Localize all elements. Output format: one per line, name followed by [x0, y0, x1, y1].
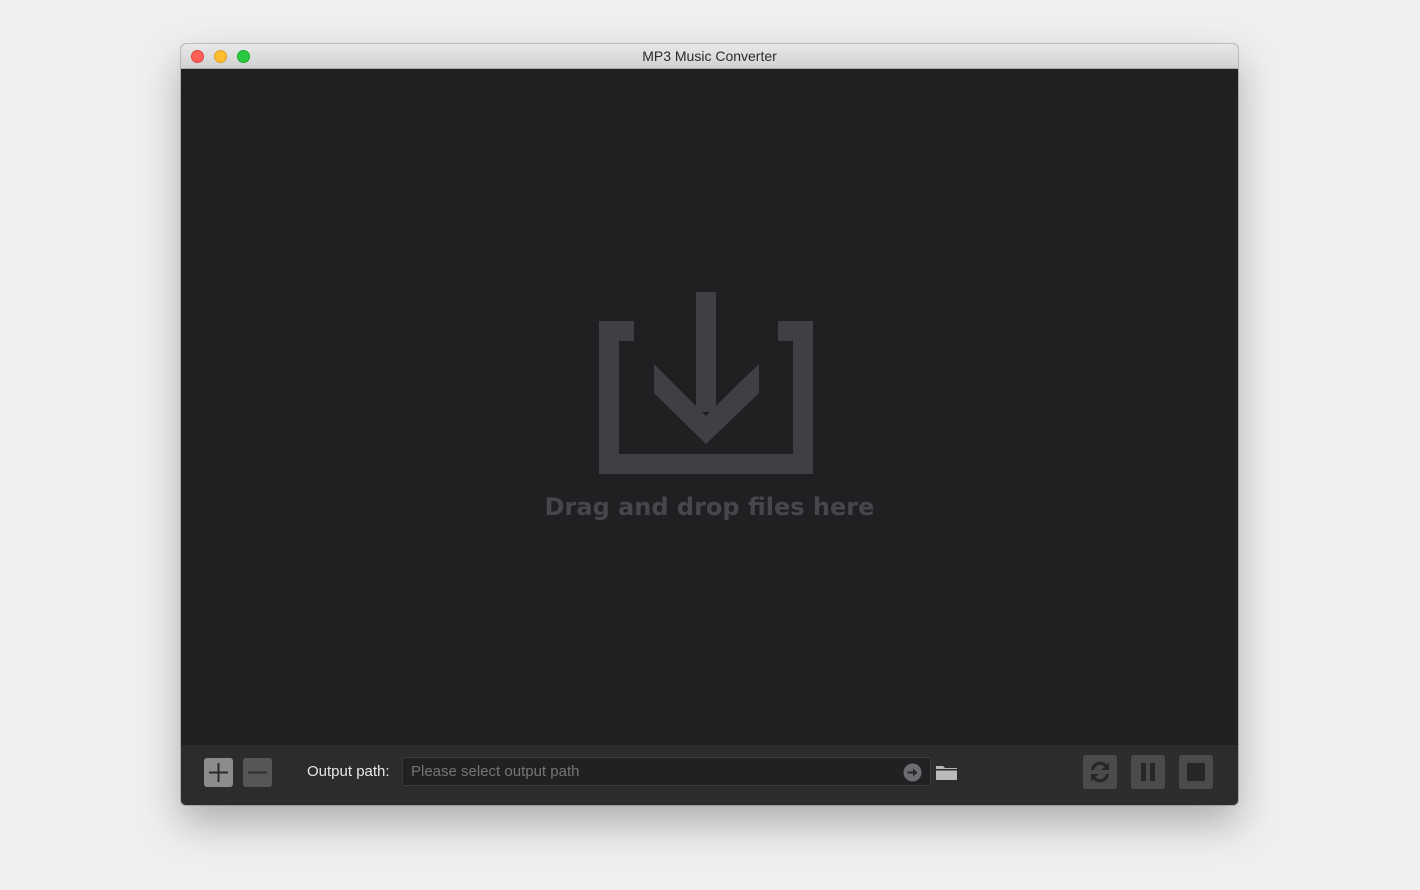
- output-path-field[interactable]: [402, 757, 931, 786]
- output-path-label: Output path:: [307, 763, 390, 780]
- drop-zone[interactable]: Drag and drop files here: [181, 69, 1238, 745]
- add-files-button[interactable]: [204, 758, 233, 787]
- window-title: MP3 Music Converter: [642, 48, 777, 64]
- output-path-input[interactable]: [411, 758, 891, 785]
- minus-icon: [248, 771, 267, 774]
- pause-icon: [1141, 763, 1155, 781]
- drop-zone-message: Drag and drop files here: [544, 493, 875, 521]
- title-bar: MP3 Music Converter: [181, 44, 1238, 69]
- convert-button[interactable]: [1083, 755, 1117, 789]
- arrow-right-circle-icon[interactable]: [903, 763, 922, 782]
- bottom-toolbar: Output path:: [181, 745, 1238, 805]
- plus-icon: [209, 763, 228, 782]
- remove-files-button[interactable]: [243, 758, 272, 787]
- download-tray-icon: [599, 292, 813, 474]
- folder-icon[interactable]: [936, 764, 957, 780]
- app-window: MP3 Music Converter Drag and drop files …: [181, 44, 1238, 805]
- stop-icon: [1187, 763, 1205, 781]
- stop-button[interactable]: [1179, 755, 1213, 789]
- refresh-icon: [1091, 761, 1109, 783]
- pause-button[interactable]: [1131, 755, 1165, 789]
